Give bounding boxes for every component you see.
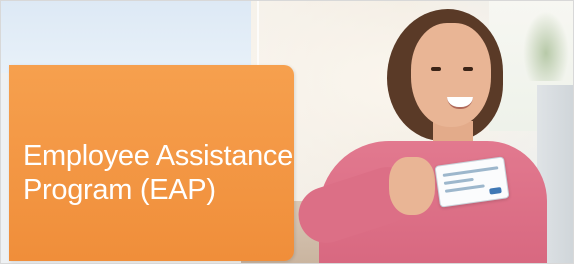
right-eye bbox=[463, 67, 473, 71]
hand bbox=[389, 157, 435, 215]
card-line bbox=[442, 166, 499, 177]
card-line bbox=[444, 184, 485, 193]
banner-title-line-2: Program (EAP) bbox=[23, 174, 216, 206]
eap-banner: Employee Assistance Program (EAP) bbox=[0, 0, 574, 264]
card-line bbox=[443, 177, 474, 185]
banner-title-line-1: Employee Assistance bbox=[23, 140, 293, 172]
face bbox=[411, 23, 491, 127]
left-eye bbox=[431, 67, 441, 71]
card-logo-icon bbox=[489, 187, 502, 195]
banner-title: Employee Assistance Program (EAP) bbox=[23, 139, 293, 207]
